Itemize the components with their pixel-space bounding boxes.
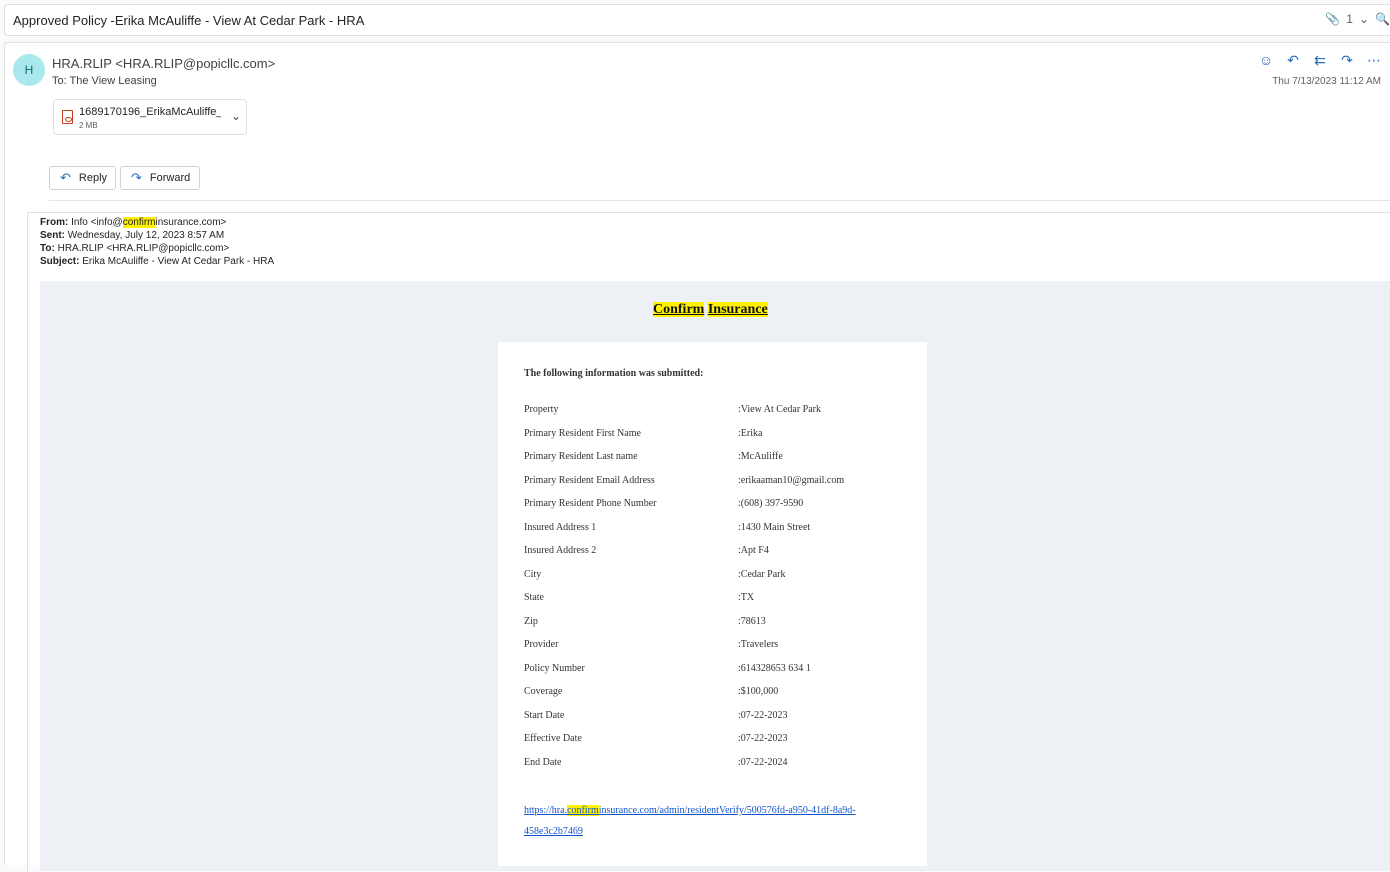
pdf-icon [62,110,73,124]
row-label: Coverage [524,686,563,697]
row-value: :07-22-2023 [738,733,788,744]
row-value: :07-22-2024 [738,756,788,768]
reply-button[interactable]: ↶ Reply [49,166,116,190]
reply-icon[interactable]: ↶ [1285,52,1301,69]
attachment-size: 2 MB [79,121,98,130]
row-value: :McAuliffe [738,451,783,462]
topbar-tools: 📎 1 ⌄ 🔍 [1325,12,1390,26]
divider [27,212,1390,213]
reply-all-icon[interactable]: ⇇ [1312,52,1328,69]
row-value: :Erika [738,427,763,439]
row-label: Policy Number [524,662,585,674]
zoom-icon[interactable]: 🔍 [1375,12,1390,26]
to-label: To: [52,75,67,87]
message-card: H HRA.RLIP <HRA.RLIP@popicllc.com> To: T… [4,42,1390,872]
row-label: Start Date [524,709,565,721]
row-value: :Cedar Park [738,568,786,580]
quoted-sent: Sent: Wednesday, July 12, 2023 8:57 AM [40,230,225,241]
attachment-name: 1689170196_ErikaMcAuliffe_... [79,106,221,118]
quote-bar [27,212,28,872]
row-label: Primary Resident Last name [524,451,638,462]
chevron-down-icon[interactable]: ⌄ [231,109,241,123]
row-label: Property [524,404,559,415]
message-actions: ☺ ↶ ⇇ ↷ ⋯ [1258,52,1382,69]
row-value: :$100,000 [738,686,779,697]
attachment-icon[interactable]: 📎 [1325,12,1340,26]
row-label: State [524,592,544,603]
quoted-from: From: Info <info@confirminsurance.com> [40,217,227,228]
verify-link[interactable]: https://hra.confirminsurance.com/admin/r… [524,800,904,842]
reply-icon: ↶ [60,170,71,185]
row-value: :(608) 397-9590 [738,498,804,509]
row-label: City [524,568,542,580]
to-value[interactable]: The View Leasing [70,75,157,87]
chevron-down-icon[interactable]: ⌄ [1359,12,1369,26]
row-label: Insured Address 2 [524,545,597,556]
avatar[interactable]: H [13,54,45,86]
more-icon[interactable]: ⋯ [1366,52,1382,69]
row-value: :1430 Main Street [738,521,811,533]
divider [49,200,1390,201]
row-label: Insured Address 1 [524,521,597,533]
forward-icon[interactable]: ↷ [1339,52,1355,69]
recipient-line: To: The View Leasing [52,75,157,87]
sender[interactable]: HRA.RLIP <HRA.RLIP@popicllc.com> [52,56,275,71]
attachment-card[interactable]: 1689170196_ErikaMcAuliffe_... 2 MB ⌄ [53,99,247,135]
forward-button[interactable]: ↷ Forward [120,166,200,190]
row-value: :78613 [738,615,766,627]
submission-card: The following information was submitted:… [498,342,927,866]
row-value: :TX [738,592,755,603]
emoji-icon[interactable]: ☺ [1258,52,1274,69]
subject-bar: Approved Policy -Erika McAuliffe - View … [4,4,1390,36]
row-label: Primary Resident Phone Number [524,498,657,509]
row-value: :07-22-2023 [738,709,788,721]
row-value: :View At Cedar Park [738,404,821,415]
row-value: :Apt F4 [738,545,769,556]
row-label: Primary Resident Email Address [524,474,655,486]
quoted-to: To: HRA.RLIP <HRA.RLIP@popicllc.com> [40,243,230,254]
forward-icon: ↷ [131,170,142,185]
row-value: :614328653 634 1 [738,662,811,674]
quoted-subject: Subject: Erika McAuliffe - View At Cedar… [40,256,275,267]
confirm-insurance-title: Confirm Insurance [653,302,768,317]
row-value: :erikaaman10@gmail.com [738,474,845,486]
row-label: End Date [524,756,562,768]
row-label: Effective Date [524,733,582,744]
row-label: Primary Resident First Name [524,427,641,439]
message-date: Thu 7/13/2023 11:12 AM [1272,76,1381,87]
submitted-heading: The following information was submitted: [524,368,704,379]
row-label: Provider [524,639,559,650]
row-value: :Travelers [738,639,779,650]
row-label: Zip [524,615,538,627]
email-subject: Approved Policy -Erika McAuliffe - View … [13,13,365,28]
attachment-count: 1 [1346,12,1353,26]
